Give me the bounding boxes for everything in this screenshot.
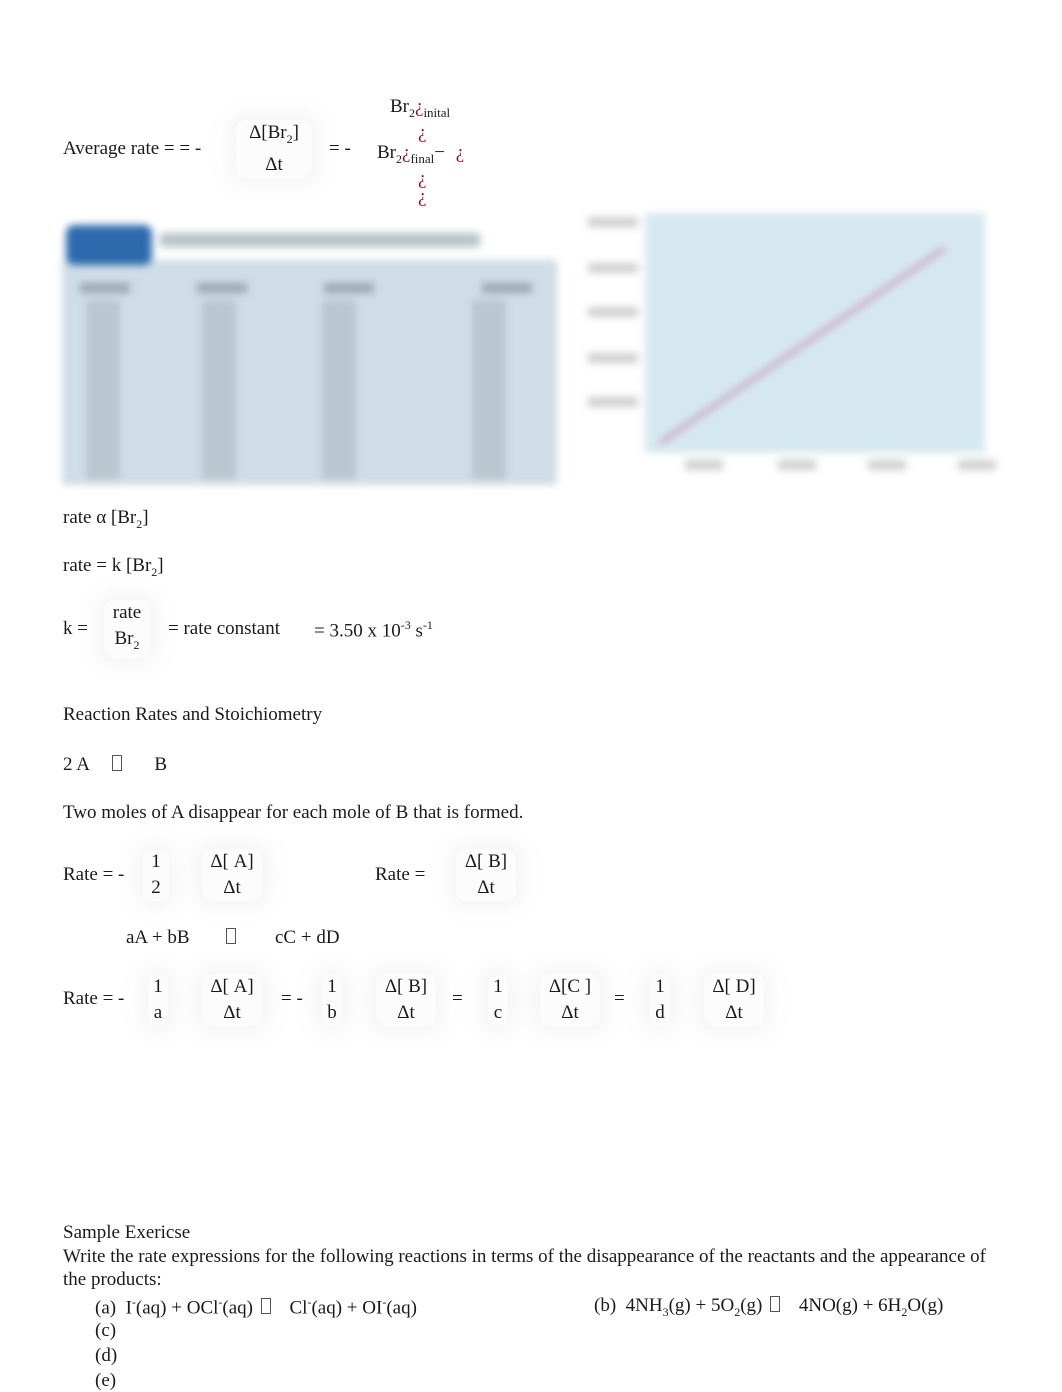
table-column [202,300,236,480]
stoich-statement: Two moles of A disappear for each mole o… [63,802,524,823]
x-tick-label [868,460,906,470]
coefficient-fraction: 1c [488,974,508,1026]
average-rate-label: Average rate = = - [63,138,202,159]
equals-separator: = [614,988,625,1009]
rate-constant-value: = 3.50 x 10-3 s-1 [314,618,433,642]
delta-b-fraction: Δ[ B] Δt [456,849,516,901]
rate-a-lead: Rate = - [63,864,125,885]
coefficient-fraction: 1a [148,974,168,1026]
section-heading: Reaction Rates and Stoichiometry [63,704,323,725]
coefficient-fraction: 1b [322,974,342,1026]
arrow-icon [770,1296,781,1312]
table-column [322,300,356,480]
garbled-br2-initial: Br2¿inital [390,96,451,120]
table-header [324,283,374,293]
table-column [472,300,506,480]
rate-constant-label: = rate constant [168,618,281,639]
delta-a-fraction: Δ[ A] Δt [202,849,262,901]
garbled-br2-final: Br2¿final− ¿ [377,142,465,166]
y-tick-label [588,353,638,363]
coefficient-fraction: 1 2 [143,849,169,901]
delta-br2-fraction: Δ[Br2] Δt [236,120,312,178]
general-reaction: aA + bB cC + dD [126,927,340,948]
table-header [197,283,247,293]
blurred-table-figure [62,215,557,485]
arrow-icon [226,928,237,944]
garbled-glyph: ¿ [418,186,427,207]
rate-proportional: rate α [Br2] [63,507,149,531]
y-tick-label [588,217,638,227]
x-tick-label [958,460,996,470]
y-tick-label [588,307,638,317]
y-tick-label [588,397,638,407]
chart-series-line [658,245,947,446]
rate-law: rate = k [Br2] [63,555,164,579]
exercise-item-a: (a) I-(aq) + OCl-(aq) Cl-(aq) + OI-(aq) [95,1295,417,1319]
y-tick-label [588,263,638,273]
equals-separator: = [452,988,463,1009]
figure-caption [160,233,480,247]
blurred-chart-figure [560,205,1000,485]
exercise-item-b: (b) 4NH3(g) + 5O2(g) 4NO(g) + 6H2O(g) [594,1295,944,1319]
k-fraction: rate Br2 [104,600,150,658]
coefficient-fraction: 1d [650,974,670,1026]
table-column [86,300,120,480]
chart-line-svg [658,245,947,446]
table-header [482,283,532,293]
delta-fraction: Δ[ B] Δt [376,974,436,1026]
x-tick-label [778,460,816,470]
arrow-icon [260,1298,271,1315]
delta-fraction: Δ[ D] Δt [704,974,764,1026]
reaction-2a-b: 2 A B [63,754,168,775]
equals-separator: = - [281,988,303,1009]
rate-b-lead: Rate = [375,864,426,885]
arrow-icon [111,755,122,771]
exercise-item-d: (d) [95,1345,118,1366]
exercise-title: Sample Exericse [63,1222,191,1243]
x-tick-label [685,460,723,470]
garbled-glyph: ¿ [418,122,427,143]
equals-minus: = - [329,138,351,159]
exercise-item-c: (c) [95,1320,117,1341]
exercise-item-e: (e) [95,1370,117,1391]
delta-fraction: Δ[C ] Δt [540,974,600,1026]
figure-badge [66,225,152,265]
k-lead: k = [63,618,88,639]
table-header [80,283,130,293]
exercise-prompt: Write the rate expressions for the follo… [63,1246,986,1290]
general-rate-lead: Rate = - [63,988,125,1009]
delta-fraction: Δ[ A] Δt [202,974,262,1026]
